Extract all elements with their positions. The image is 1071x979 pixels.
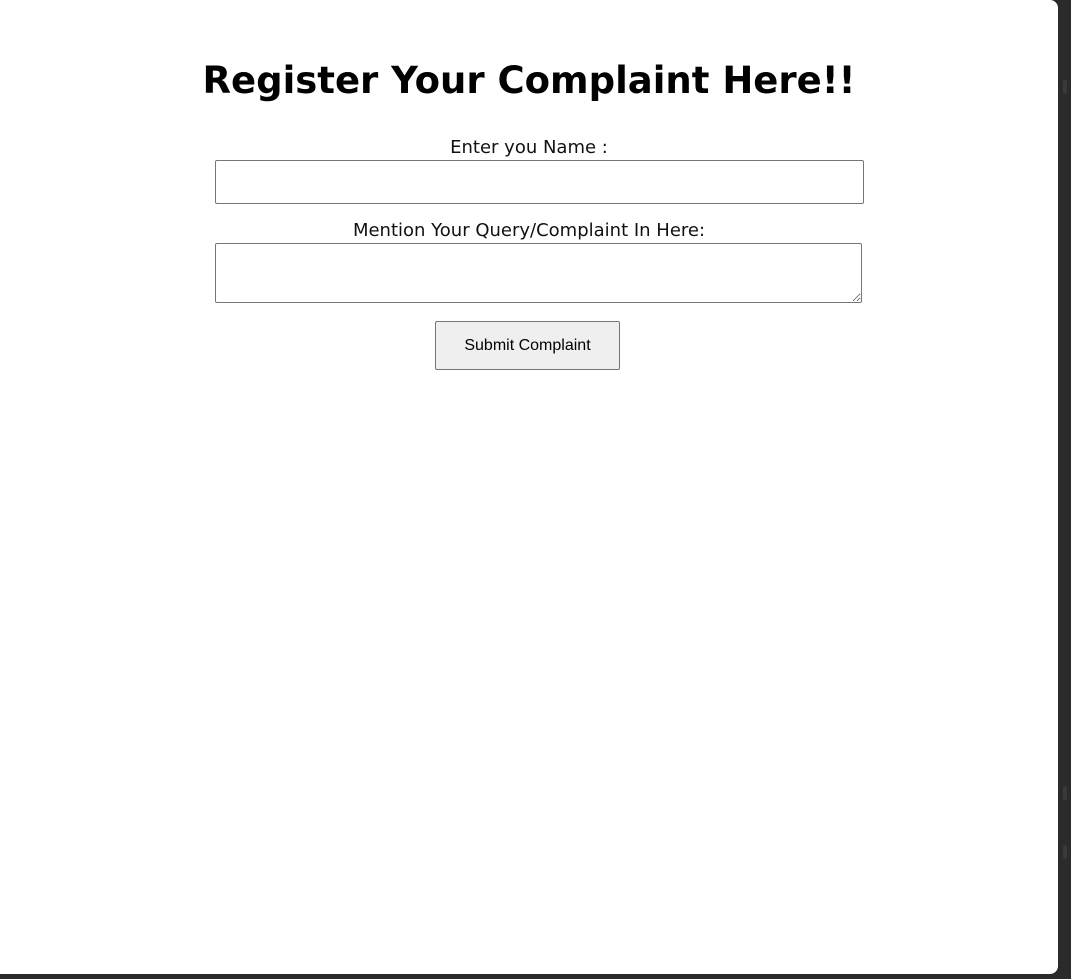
window-edge	[1058, 0, 1071, 979]
window-edge-mark	[1063, 80, 1067, 94]
window-edge-mark	[1063, 845, 1067, 859]
name-input[interactable]	[215, 160, 864, 204]
page-title: Register Your Complaint Here!!	[202, 59, 856, 102]
query-label: Mention Your Query/Complaint In Here:	[352, 220, 706, 241]
page-content: Register Your Complaint Here!! Enter you…	[0, 0, 1058, 974]
name-label: Enter you Name :	[450, 137, 608, 158]
submit-complaint-button[interactable]: Submit Complaint	[435, 321, 620, 370]
window-edge-mark	[1063, 786, 1067, 800]
query-textarea[interactable]	[215, 243, 862, 303]
